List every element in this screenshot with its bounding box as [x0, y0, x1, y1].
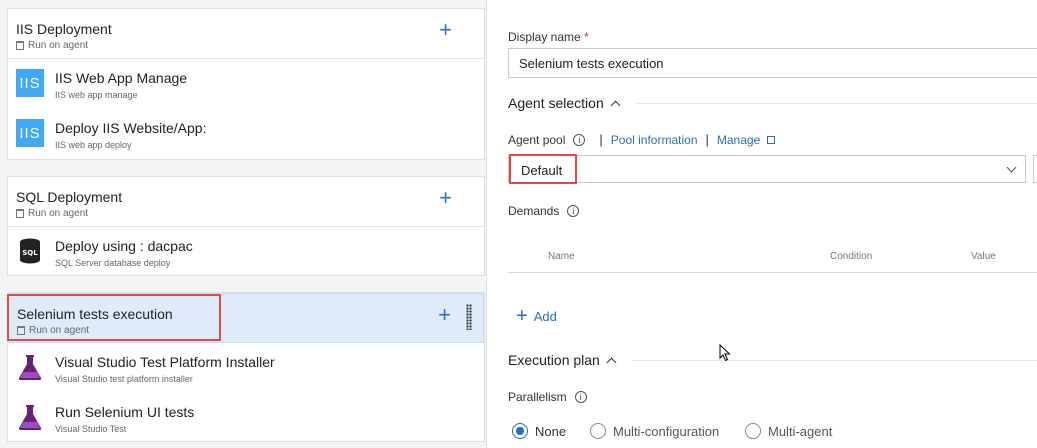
info-icon[interactable]: i	[573, 133, 586, 146]
agent-icon	[16, 209, 24, 218]
display-name-label: Display name *	[508, 30, 589, 44]
separator: |	[599, 132, 603, 147]
table-divider	[508, 272, 1037, 273]
plus-icon: +	[516, 305, 528, 327]
phase-group-selenium: Selenium tests execution Run on agent + …	[7, 292, 485, 442]
agent-pool-value: Default	[521, 163, 563, 178]
phase-header-sql[interactable]: SQL Deployment Run on agent +	[8, 177, 484, 227]
radio-button[interactable]	[745, 423, 761, 439]
add-demand-button[interactable]: + Add	[516, 305, 557, 327]
manage-link[interactable]: Manage	[717, 133, 775, 147]
task-name: IIS Web App Manage	[55, 70, 188, 86]
task-name: Run Selenium UI tests	[55, 404, 195, 420]
radio-button-selected[interactable]	[512, 423, 528, 439]
add-label: Add	[533, 308, 557, 324]
phase-title: SQL Deployment	[16, 189, 123, 205]
task-description: IIS web app manage	[55, 90, 138, 100]
task-name: Deploy IIS Website/App:	[55, 120, 207, 136]
task-item[interactable]: IIS IIS Web App Manage IIS web app manag…	[8, 59, 484, 109]
phase-list-panel: IIS Deployment Run on agent + IIS IIS We…	[0, 0, 486, 448]
external-link-icon	[766, 135, 775, 144]
sql-icon: SQL	[20, 238, 40, 264]
task-item[interactable]: SQL Deploy using : dacpac SQL Server dat…	[8, 227, 484, 277]
demands-row: Demands i	[508, 204, 580, 218]
info-icon[interactable]: i	[574, 391, 587, 403]
column-header-condition: Condition	[830, 251, 873, 262]
radio-button[interactable]	[590, 423, 606, 439]
iis-icon: IIS	[16, 119, 44, 147]
phase-title: Selenium tests execution	[17, 306, 173, 322]
chevron-down-icon	[1006, 162, 1017, 173]
task-description: SQL Server database deploy	[55, 258, 171, 268]
phase-subtitle: Run on agent	[16, 208, 88, 219]
section-title: Execution plan	[508, 352, 600, 368]
svg-text:SQL: SQL	[22, 249, 38, 257]
phase-title: IIS Deployment	[16, 21, 112, 37]
radio-multi-agent[interactable]: Multi-agent	[745, 423, 832, 439]
pool-information-link[interactable]: Pool information	[611, 133, 698, 147]
separator: |	[705, 132, 709, 147]
column-header-name: Name	[548, 251, 575, 262]
pool-side-button[interactable]	[1033, 155, 1037, 183]
phase-subtitle: Run on agent	[16, 40, 88, 51]
drag-handle-icon[interactable]	[466, 304, 472, 330]
phase-header-iis[interactable]: IIS Deployment Run on agent +	[8, 9, 484, 59]
task-name: Visual Studio Test Platform Installer	[55, 354, 275, 370]
display-name-input[interactable]: Selenium tests execution	[508, 48, 1037, 78]
add-task-button[interactable]: +	[439, 187, 452, 209]
agent-pool-row: Agent pool i | Pool information | Manage	[508, 132, 775, 147]
iis-icon: IIS	[16, 69, 44, 97]
task-item[interactable]: IIS Deploy IIS Website/App: IIS web app …	[8, 109, 484, 159]
phase-header-selenium[interactable]: Selenium tests execution Run on agent +	[8, 293, 484, 343]
phase-group-iis: IIS Deployment Run on agent + IIS IIS We…	[7, 8, 485, 160]
task-item[interactable]: Visual Studio Test Platform Installer Vi…	[8, 343, 484, 393]
agent-icon	[16, 41, 24, 50]
agent-selection-header[interactable]: Agent selection	[508, 95, 621, 111]
add-task-button[interactable]: +	[439, 19, 452, 41]
radio-none[interactable]: None	[512, 423, 566, 439]
mouse-cursor-icon	[719, 344, 731, 362]
execution-plan-header[interactable]: Execution plan	[508, 352, 617, 368]
demands-label: Demands	[508, 204, 560, 218]
chevron-up-icon	[606, 357, 617, 367]
info-icon[interactable]: i	[567, 205, 580, 217]
radio-multi-configuration[interactable]: Multi-configuration	[590, 423, 719, 439]
parallelism-label: Parallelism	[508, 390, 567, 404]
parallelism-row: Parallelism i	[508, 390, 587, 404]
section-divider	[633, 360, 1037, 361]
flask-icon	[18, 355, 42, 380]
task-description: Visual Studio test platform installer	[55, 374, 193, 384]
column-header-value: Value	[971, 251, 996, 262]
phase-subtitle: Run on agent	[17, 325, 89, 336]
phase-group-sql: SQL Deployment Run on agent + SQL Deploy…	[7, 176, 485, 276]
agent-pool-label: Agent pool	[508, 132, 566, 147]
chevron-up-icon	[610, 100, 621, 110]
section-divider	[635, 103, 1037, 104]
task-description: IIS web app deploy	[55, 140, 132, 150]
flask-icon	[18, 405, 42, 430]
agent-pool-select[interactable]: Default	[508, 155, 1026, 183]
section-title: Agent selection	[508, 95, 604, 111]
task-description: Visual Studio Test	[55, 424, 127, 434]
add-task-button[interactable]: +	[438, 304, 451, 326]
task-item[interactable]: Run Selenium UI tests Visual Studio Test	[8, 393, 484, 443]
agent-icon	[17, 326, 25, 335]
task-name: Deploy using : dacpac	[55, 238, 193, 254]
phase-details-panel: Display name * Selenium tests execution …	[487, 0, 1037, 448]
required-mark: *	[584, 30, 589, 44]
